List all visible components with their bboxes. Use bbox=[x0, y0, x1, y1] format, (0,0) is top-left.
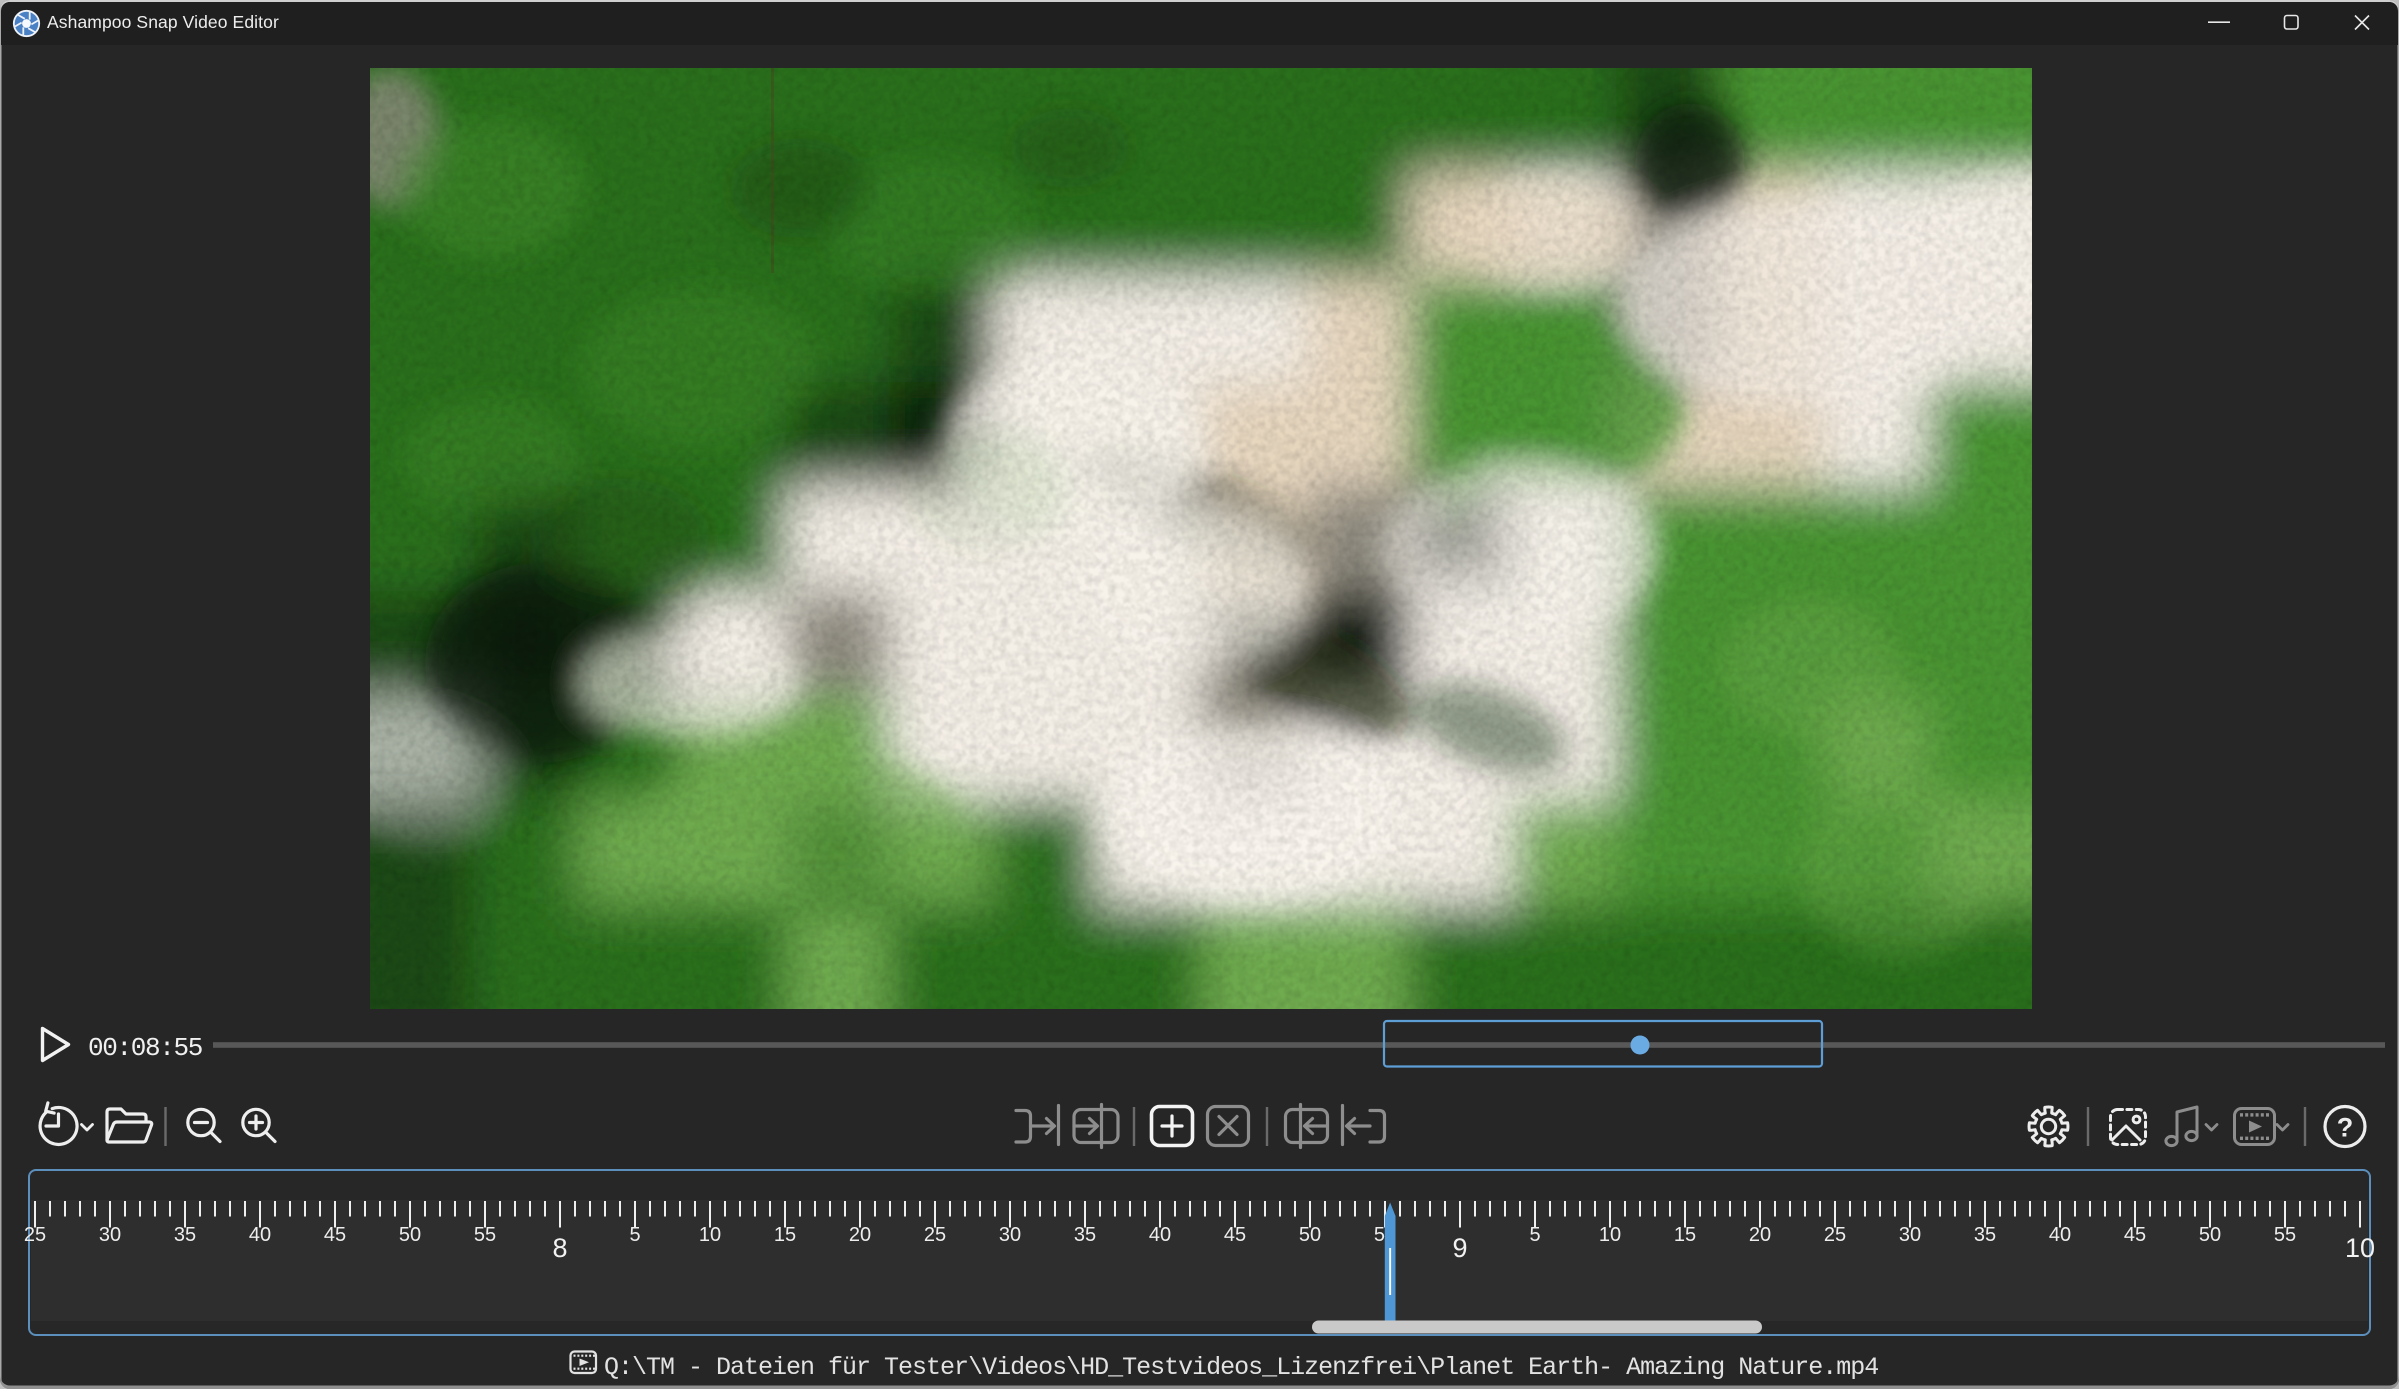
svg-text:30: 30 bbox=[999, 1224, 1021, 1246]
svg-text:40: 40 bbox=[2049, 1224, 2071, 1246]
svg-text:15: 15 bbox=[774, 1224, 796, 1246]
svg-text:5: 5 bbox=[629, 1224, 640, 1246]
svg-text:25: 25 bbox=[24, 1224, 46, 1246]
svg-text:35: 35 bbox=[1074, 1224, 1096, 1246]
svg-text:10: 10 bbox=[2345, 1233, 2375, 1263]
svg-text:10: 10 bbox=[699, 1224, 721, 1246]
svg-text:25: 25 bbox=[924, 1224, 946, 1246]
svg-text:30: 30 bbox=[99, 1224, 121, 1246]
svg-text:50: 50 bbox=[399, 1224, 421, 1246]
svg-text:?: ? bbox=[2337, 1113, 2354, 1143]
svg-text:5: 5 bbox=[1529, 1224, 1540, 1246]
svg-text:45: 45 bbox=[1224, 1224, 1246, 1246]
svg-text:20: 20 bbox=[1749, 1224, 1771, 1246]
svg-text:50: 50 bbox=[2199, 1224, 2221, 1246]
svg-text:55: 55 bbox=[2274, 1224, 2296, 1246]
svg-text:45: 45 bbox=[324, 1224, 346, 1246]
svg-text:40: 40 bbox=[249, 1224, 271, 1246]
svg-text:9: 9 bbox=[1452, 1233, 1467, 1263]
svg-text:40: 40 bbox=[1149, 1224, 1171, 1246]
svg-text:20: 20 bbox=[849, 1224, 871, 1246]
svg-text:50: 50 bbox=[1299, 1224, 1321, 1246]
svg-text:45: 45 bbox=[2124, 1224, 2146, 1246]
svg-text:25: 25 bbox=[1824, 1224, 1846, 1246]
svg-text:35: 35 bbox=[1974, 1224, 1996, 1246]
svg-text:30: 30 bbox=[1899, 1224, 1921, 1246]
svg-text:10: 10 bbox=[1599, 1224, 1621, 1246]
svg-text:55: 55 bbox=[474, 1224, 496, 1246]
svg-text:8: 8 bbox=[552, 1233, 567, 1263]
svg-text:35: 35 bbox=[174, 1224, 196, 1246]
svg-text:15: 15 bbox=[1674, 1224, 1696, 1246]
